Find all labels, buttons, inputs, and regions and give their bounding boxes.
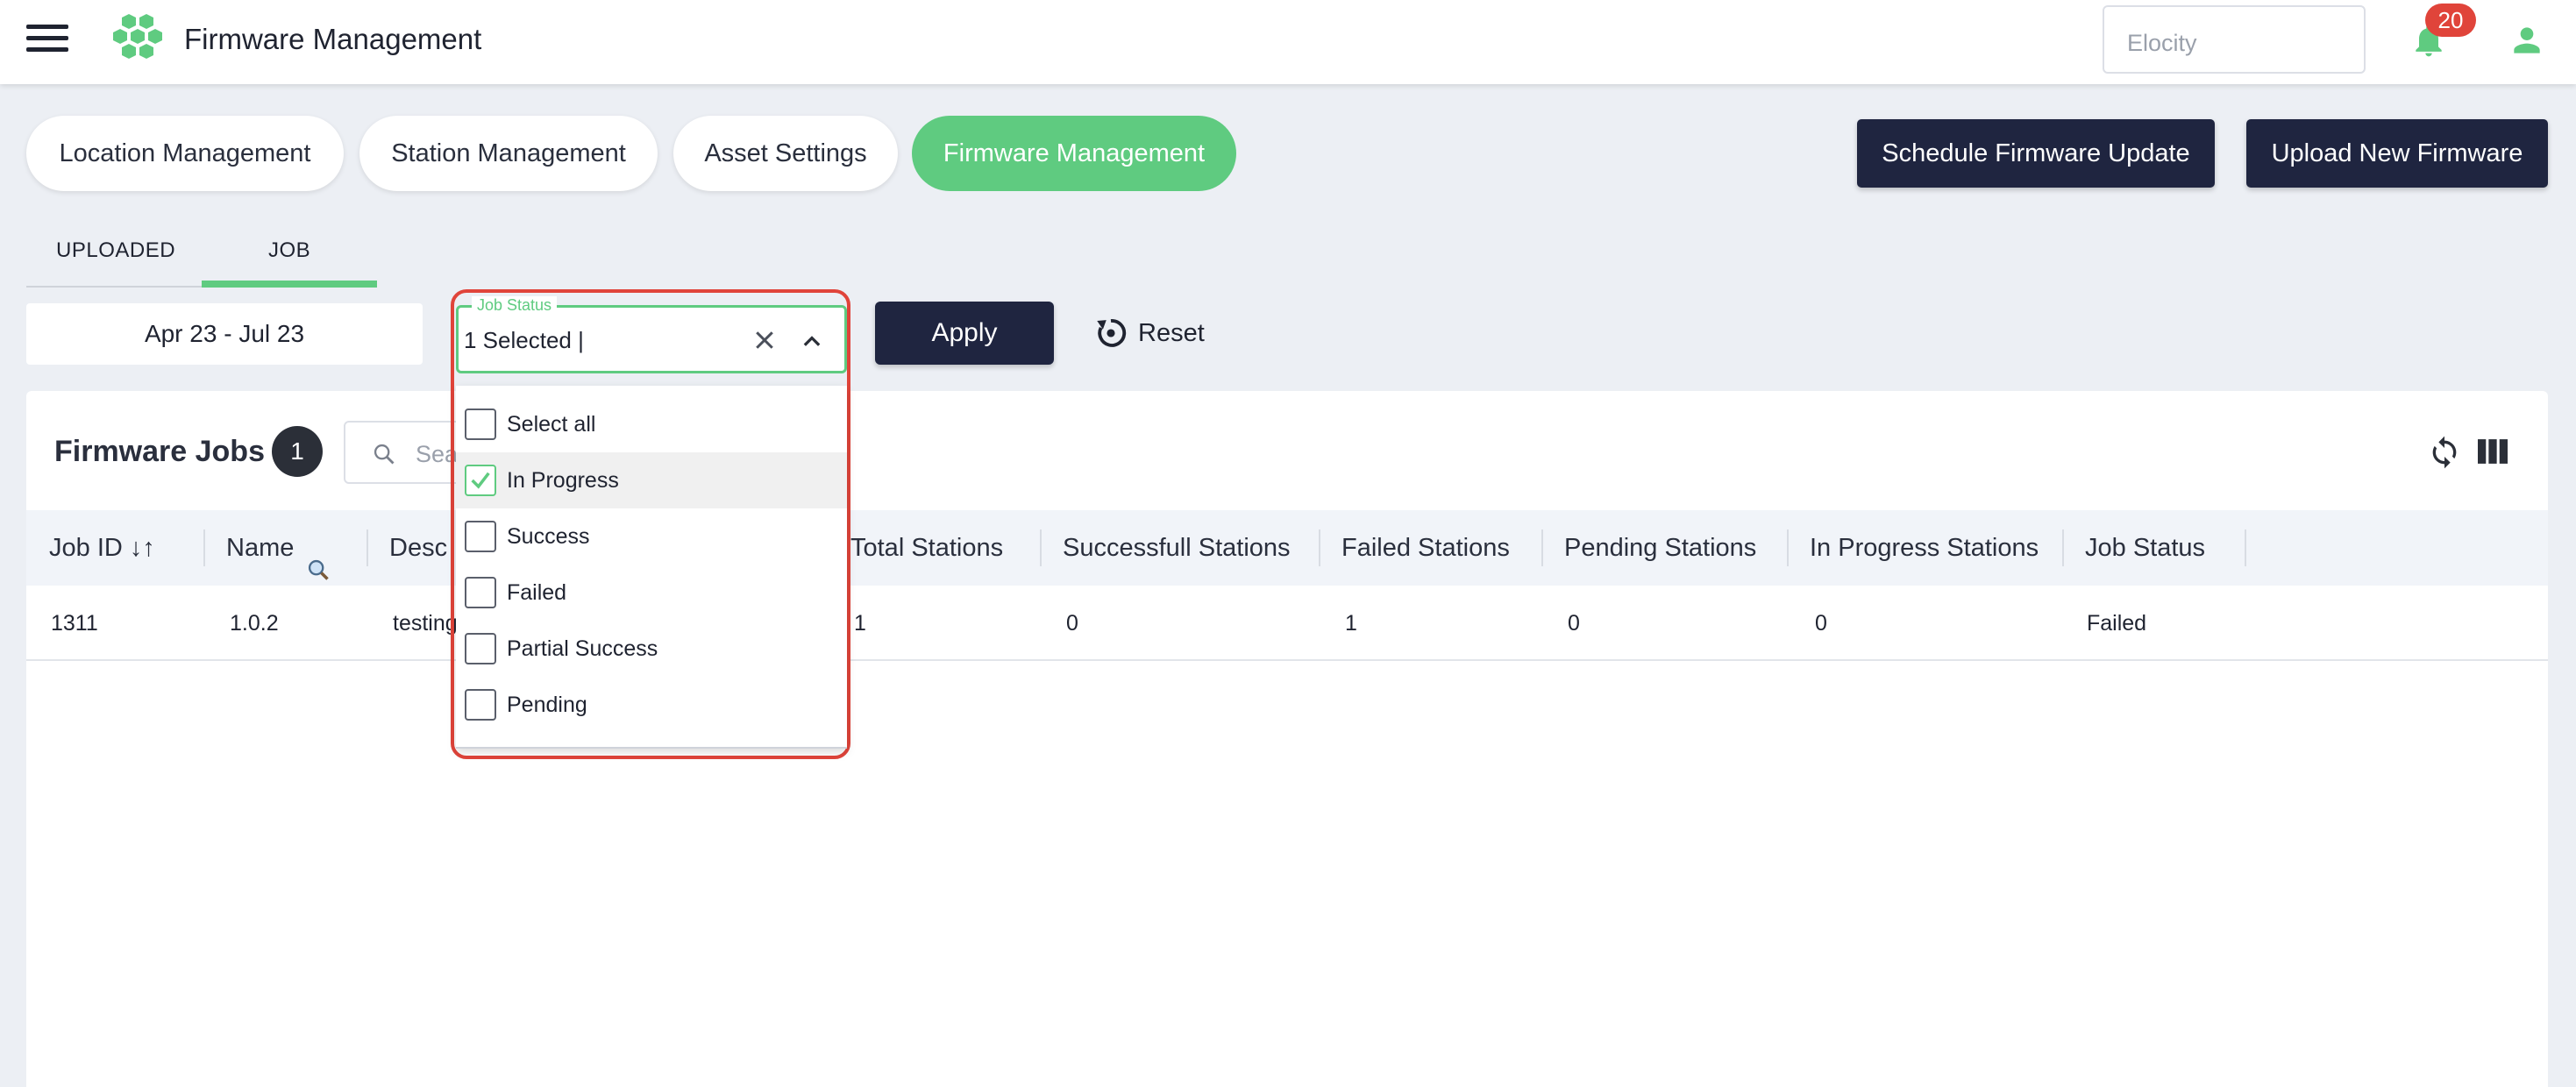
chevron-up-icon[interactable] (799, 329, 825, 353)
search-icon (374, 444, 395, 465)
nav-pill-asset-settings[interactable]: Asset Settings (673, 116, 898, 191)
option-failed[interactable]: Failed (456, 565, 847, 621)
table-row[interactable]: 1311 1.0.2 testing 1 0 1 0 0 Failed (26, 586, 2548, 661)
cell-pending-stations: 0 (1568, 611, 1580, 636)
firmware-jobs-card: Firmware Jobs 1 Sea Job ID ↓↑ Name Desc … (26, 391, 2548, 1087)
date-range-picker[interactable]: Apr 23 - Jul 23 (26, 303, 423, 365)
nav-pill-firmware-management[interactable]: Firmware Management (912, 116, 1236, 191)
hexagon-logo-icon (113, 14, 162, 59)
cell-successful-stations: 0 (1066, 611, 1078, 636)
app-title: Firmware Management (184, 23, 482, 55)
reset-label: Reset (1138, 319, 1205, 347)
job-status-value: 1 Selected | (464, 327, 584, 353)
tab-job[interactable]: JOB (268, 238, 310, 263)
column-header-total-stations[interactable]: Total Stations (850, 510, 1003, 586)
job-status-select[interactable]: 1 Selected | (456, 305, 847, 373)
column-divider (366, 529, 368, 566)
column-header-in-progress-stations[interactable]: In Progress Stations (1810, 510, 2039, 586)
option-partial-success[interactable]: Partial Success (456, 621, 847, 677)
option-success[interactable]: Success (456, 508, 847, 565)
checkmark-icon (471, 472, 490, 489)
option-select-all[interactable]: Select all (456, 396, 847, 452)
clear-icon[interactable] (751, 327, 778, 353)
cell-name: 1.0.2 (230, 611, 279, 636)
column-divider (203, 529, 205, 566)
column-header-name[interactable]: Name (226, 510, 331, 586)
checkbox[interactable] (465, 689, 496, 721)
option-label: Select all (507, 412, 596, 437)
top-app-bar: Firmware Management Elocity 20 (0, 0, 2576, 84)
schedule-firmware-update-button[interactable]: Schedule Firmware Update (1857, 119, 2215, 188)
column-divider (1319, 529, 1320, 566)
active-tab-indicator (202, 281, 377, 288)
upload-new-firmware-button[interactable]: Upload New Firmware (2246, 119, 2548, 188)
column-divider (1040, 529, 1042, 566)
hamburger-menu-icon[interactable] (26, 25, 68, 60)
user-account-icon[interactable] (2508, 21, 2546, 60)
checkbox[interactable] (465, 633, 496, 664)
option-in-progress[interactable]: In Progress (456, 452, 847, 508)
column-header-description[interactable]: Desc (389, 510, 447, 586)
column-header-failed-stations[interactable]: Failed Stations (1341, 510, 1510, 586)
job-status-options-menu: Select all In Progress Success Failed Pa… (456, 386, 847, 749)
card-title: Firmware Jobs (54, 435, 265, 468)
tab-uploaded[interactable]: UPLOADED (56, 238, 175, 263)
column-header-successful-stations[interactable]: Successfull Stations (1063, 510, 1291, 586)
option-label: Success (507, 524, 590, 549)
column-header-job-id[interactable]: Job ID ↓↑ (49, 510, 155, 586)
option-pending[interactable]: Pending (456, 677, 847, 733)
job-status-legend: Job Status (472, 296, 558, 314)
cell-job-status: Failed (2087, 611, 2147, 636)
cell-failed-stations: 1 (1345, 611, 1357, 636)
column-divider (1541, 529, 1543, 566)
column-divider (2245, 529, 2246, 566)
cell-description: testing (393, 611, 458, 636)
table-header: Job ID ↓↑ Name Desc Total Stations Succe… (26, 510, 2548, 586)
option-label: Failed (507, 580, 567, 605)
option-label: In Progress (507, 468, 619, 493)
column-header-name-label: Name (226, 534, 295, 562)
checkbox[interactable] (465, 577, 496, 608)
organization-select[interactable]: Elocity (2103, 5, 2366, 74)
checkbox[interactable] (465, 409, 496, 440)
job-count-badge: 1 (272, 426, 323, 477)
column-divider (1787, 529, 1789, 566)
notification-badge: 20 (2425, 4, 2476, 37)
column-divider (2062, 529, 2064, 566)
cell-job-id: 1311 (51, 611, 98, 636)
nav-pill-location-management[interactable]: Location Management (26, 116, 344, 191)
checkbox-checked[interactable] (465, 465, 496, 496)
columns-icon[interactable] (2476, 437, 2509, 466)
option-label: Pending (507, 693, 587, 717)
checkbox[interactable] (465, 521, 496, 552)
apply-button[interactable]: Apply (875, 302, 1054, 365)
option-label: Partial Success (507, 636, 658, 661)
column-header-pending-stations[interactable]: Pending Stations (1564, 510, 1756, 586)
cell-total-stations: 1 (854, 611, 866, 636)
reset-icon (1097, 319, 1127, 347)
refresh-icon[interactable] (2427, 433, 2462, 472)
column-header-job-status[interactable]: Job Status (2085, 510, 2205, 586)
nav-pill-station-management[interactable]: Station Management (359, 116, 658, 191)
search-icon (306, 536, 331, 581)
cell-in-progress-stations: 0 (1815, 611, 1827, 636)
